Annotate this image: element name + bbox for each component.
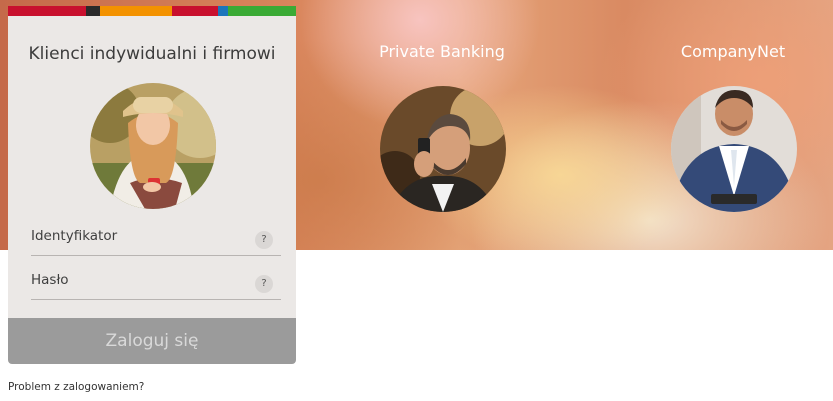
haslo-label: Hasło	[31, 272, 69, 288]
man-phone-avatar[interactable]	[380, 86, 506, 212]
help-icon[interactable]: ?	[255, 231, 273, 249]
help-icon[interactable]: ?	[255, 275, 273, 293]
identyfikator-field[interactable]: Identyfikator ?	[31, 212, 281, 256]
identyfikator-label: Identyfikator	[31, 228, 118, 244]
problem-login-link[interactable]: Problem z zalogowaniem?	[8, 381, 144, 393]
panel-title[interactable]: Klienci indywidualni i firmowi	[8, 44, 296, 64]
login-button[interactable]: Zaloguj się	[8, 318, 296, 364]
login-panel: Klienci indywidualni i firmowi Identyfik…	[8, 6, 296, 318]
haslo-field[interactable]: Hasło ?	[31, 256, 281, 300]
businessman-avatar[interactable]	[671, 86, 797, 212]
companynet-title[interactable]: CompanyNet	[643, 42, 823, 61]
brand-color-bar	[8, 6, 296, 16]
private-banking-title[interactable]: Private Banking	[352, 42, 532, 61]
woman-avatar[interactable]	[90, 83, 216, 209]
